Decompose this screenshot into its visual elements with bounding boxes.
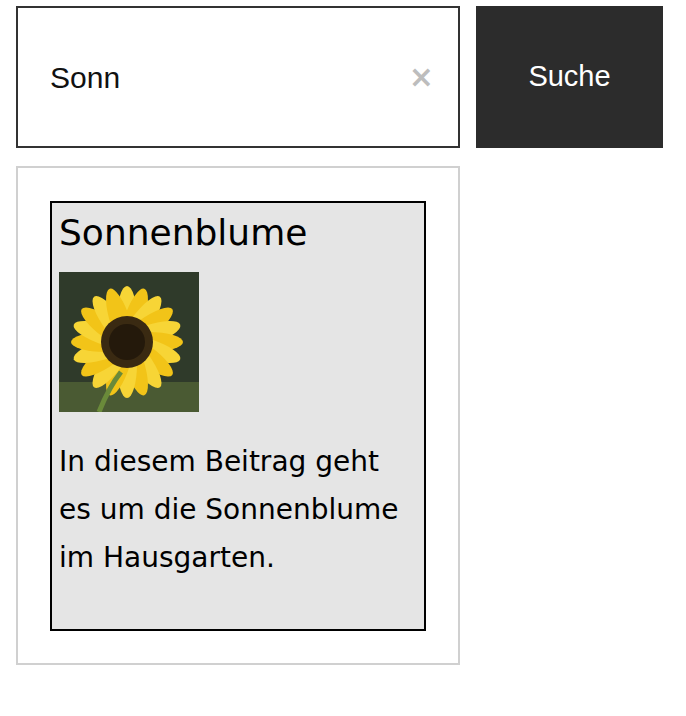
search-input[interactable] [50, 55, 405, 100]
result-text: In diesem Beitrag geht es um die Sonnenb… [59, 438, 416, 582]
clear-button[interactable]: × [405, 62, 438, 92]
search-field: × [16, 6, 460, 148]
results-panel: Sonnenblume In diesem Beitrag geht es um … [16, 166, 460, 665]
search-bar: × Suche [16, 6, 664, 148]
result-photo [59, 272, 199, 412]
search-button[interactable]: Suche [476, 6, 663, 148]
result-title[interactable]: Sonnenblume [59, 211, 416, 254]
result-card[interactable]: Sonnenblume In diesem Beitrag geht es um … [50, 201, 426, 631]
